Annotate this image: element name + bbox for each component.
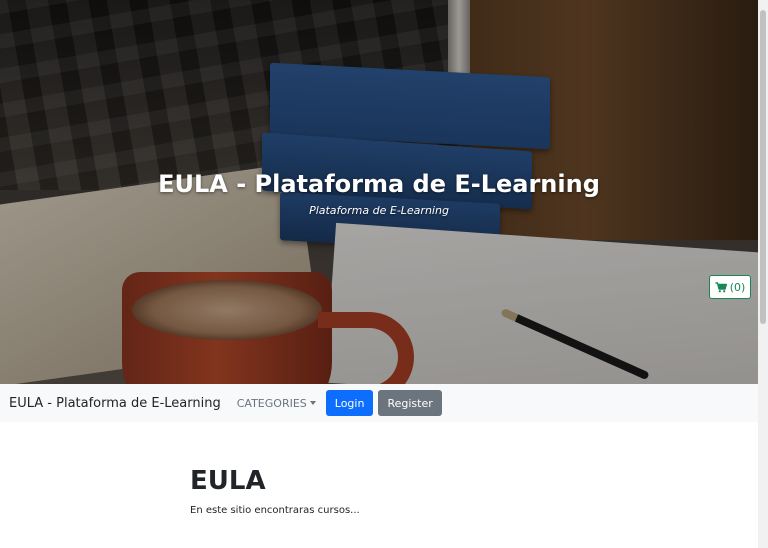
caret-down-icon xyxy=(309,401,316,405)
navbar-brand[interactable]: EULA - Plataforma de E-Learning xyxy=(9,396,221,411)
login-button[interactable]: Login xyxy=(325,390,374,416)
scrollbar-thumb[interactable] xyxy=(760,10,766,324)
categories-dropdown[interactable]: CATEGORIES xyxy=(237,397,316,410)
cart-count: (0) xyxy=(729,280,746,294)
page-description: En este sitio encontraras cursos... xyxy=(190,505,360,516)
categories-label: CATEGORIES xyxy=(236,396,307,410)
hero-banner: EULA - Plataforma de E-Learning Platafor… xyxy=(0,0,758,384)
hero-title: EULA - Plataforma de E-Learning xyxy=(158,170,600,198)
navbar: EULA - Plataforma de E-Learning CATEGORI… xyxy=(0,384,758,422)
cart-icon xyxy=(715,281,727,293)
register-button[interactable]: Register xyxy=(378,390,442,416)
page-title: EULA xyxy=(190,466,266,496)
cart-button[interactable]: (0) xyxy=(709,275,751,299)
hero-subtitle: Plataforma de E-Learning xyxy=(309,204,449,217)
